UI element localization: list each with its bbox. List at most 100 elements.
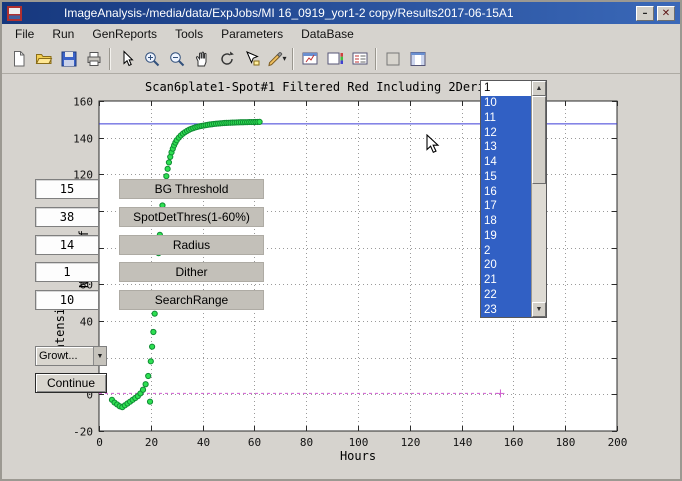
- listbox-item-17[interactable]: 17: [481, 199, 531, 214]
- mouse-cursor-icon: [426, 134, 440, 154]
- insert-colorbar-icon: [326, 50, 344, 68]
- pan-button[interactable]: [189, 46, 214, 71]
- listbox-item-10[interactable]: 10: [481, 96, 531, 111]
- listbox-item-13[interactable]: 13: [481, 140, 531, 155]
- plottools-open-button[interactable]: [405, 46, 430, 71]
- listbox-scrollbar[interactable]: ▲ ▼: [531, 81, 546, 317]
- pointer-icon: [118, 50, 136, 68]
- link-plot-icon: [301, 50, 319, 68]
- svg-text:120: 120: [401, 436, 421, 449]
- listbox-item-15[interactable]: 15: [481, 170, 531, 185]
- zoom-in-icon: [143, 50, 161, 68]
- spot-det-thres-label: SpotDetThres(1-60%): [119, 207, 264, 227]
- new-figure-button[interactable]: [6, 46, 31, 71]
- save-icon: [60, 50, 78, 68]
- brush-dropdown-arrow-icon[interactable]: ▾: [282, 54, 286, 63]
- svg-text:100: 100: [349, 436, 369, 449]
- close-button[interactable]: ✕: [657, 6, 675, 21]
- insert-legend-icon: [351, 50, 369, 68]
- listbox-item-23[interactable]: 23: [481, 302, 531, 317]
- listbox-item-19[interactable]: 19: [481, 229, 531, 244]
- toolbar-separator: [109, 48, 111, 70]
- insert-colorbar-button[interactable]: [322, 46, 347, 71]
- spot-number-listbox[interactable]: 110111213141516171819220212223 ▲ ▼: [480, 80, 547, 318]
- pointer-button[interactable]: [114, 46, 139, 71]
- svg-text:-20: -20: [73, 426, 93, 439]
- radius-input[interactable]: [35, 235, 99, 255]
- continue-button[interactable]: Continue: [35, 373, 107, 393]
- listbox-item-18[interactable]: 18: [481, 214, 531, 229]
- print-button[interactable]: [81, 46, 106, 71]
- search-range-label: SearchRange: [119, 290, 264, 310]
- svg-text:0: 0: [96, 436, 103, 449]
- new-document-icon: [10, 50, 28, 68]
- open-file-button[interactable]: [31, 46, 56, 71]
- svg-text:140: 140: [73, 133, 93, 146]
- app-icon: [7, 6, 22, 21]
- toolbar: ▾: [2, 44, 680, 74]
- svg-text:160: 160: [504, 436, 524, 449]
- svg-text:20: 20: [145, 436, 158, 449]
- plottools-close-icon: [384, 50, 402, 68]
- radius-label: Radius: [119, 235, 264, 255]
- listbox-item-14[interactable]: 14: [481, 155, 531, 170]
- menubar: FileRunGenReportsToolsParametersDataBase: [2, 24, 680, 44]
- zoom-in-button[interactable]: [139, 46, 164, 71]
- figure-area: 020406080100120140160180200-200204060801…: [2, 74, 680, 479]
- plottools-open-icon: [409, 50, 427, 68]
- scrollbar-thumb[interactable]: [532, 96, 546, 184]
- dropdown-arrow-icon: ▼: [93, 347, 106, 365]
- minimize-button[interactable]: –: [636, 6, 654, 21]
- listbox-item-12[interactable]: 12: [481, 125, 531, 140]
- menu-item-parameters[interactable]: Parameters: [212, 24, 292, 44]
- bg-threshold-label: BG Threshold: [119, 179, 264, 199]
- spot-det-thres-input[interactable]: [35, 207, 99, 227]
- data-cursor-button[interactable]: [239, 46, 264, 71]
- dither-label: Dither: [119, 262, 264, 282]
- data-cursor-icon: [243, 50, 261, 68]
- print-icon: [85, 50, 103, 68]
- zoom-out-button[interactable]: [164, 46, 189, 71]
- menu-item-genreports[interactable]: GenReports: [83, 24, 166, 44]
- menu-item-run[interactable]: Run: [43, 24, 83, 44]
- zoom-out-icon: [168, 50, 186, 68]
- menu-item-file[interactable]: File: [6, 24, 43, 44]
- pan-hand-icon: [193, 50, 211, 68]
- listbox-item-2[interactable]: 2: [481, 243, 531, 258]
- toolbar-separator: [292, 48, 294, 70]
- plot-canvas: 020406080100120140160180200-200204060801…: [2, 74, 680, 479]
- menu-item-database[interactable]: DataBase: [292, 24, 363, 44]
- save-button[interactable]: [56, 46, 81, 71]
- listbox-item-21[interactable]: 21: [481, 273, 531, 288]
- growth-mode-dropdown[interactable]: Growt... ▼: [35, 346, 107, 366]
- rotate-3d-icon: [218, 50, 236, 68]
- dither-input[interactable]: [35, 262, 99, 282]
- titlebar[interactable]: ImageAnalysis-/media/data/ExpJobs/MI 16_…: [2, 2, 680, 24]
- window-title: ImageAnalysis-/media/data/ExpJobs/MI 16_…: [64, 6, 633, 20]
- scroll-down-icon[interactable]: ▼: [532, 302, 546, 317]
- x-axis-label: Hours: [340, 449, 376, 463]
- search-range-input[interactable]: [35, 290, 99, 310]
- scrollbar-track[interactable]: [532, 96, 546, 302]
- open-folder-icon: [35, 50, 53, 68]
- scroll-up-icon[interactable]: ▲: [532, 81, 546, 96]
- listbox-items: 110111213141516171819220212223: [481, 81, 531, 317]
- svg-text:200: 200: [608, 436, 628, 449]
- growth-mode-value: Growt...: [36, 350, 93, 362]
- app-window: ImageAnalysis-/media/data/ExpJobs/MI 16_…: [0, 0, 682, 481]
- listbox-item-11[interactable]: 11: [481, 111, 531, 126]
- brush-button[interactable]: ▾: [264, 46, 289, 71]
- insert-legend-button[interactable]: [347, 46, 372, 71]
- svg-text:180: 180: [556, 436, 576, 449]
- menu-item-tools[interactable]: Tools: [166, 24, 212, 44]
- bg-threshold-input[interactable]: [35, 179, 99, 199]
- listbox-item-16[interactable]: 16: [481, 184, 531, 199]
- plottools-close-button[interactable]: [380, 46, 405, 71]
- listbox-item-1[interactable]: 1: [481, 81, 531, 96]
- link-plot-button[interactable]: [297, 46, 322, 71]
- rotate-3d-button[interactable]: [214, 46, 239, 71]
- toolbar-separator: [375, 48, 377, 70]
- listbox-item-22[interactable]: 22: [481, 288, 531, 303]
- listbox-item-20[interactable]: 20: [481, 258, 531, 273]
- svg-text:40: 40: [197, 436, 210, 449]
